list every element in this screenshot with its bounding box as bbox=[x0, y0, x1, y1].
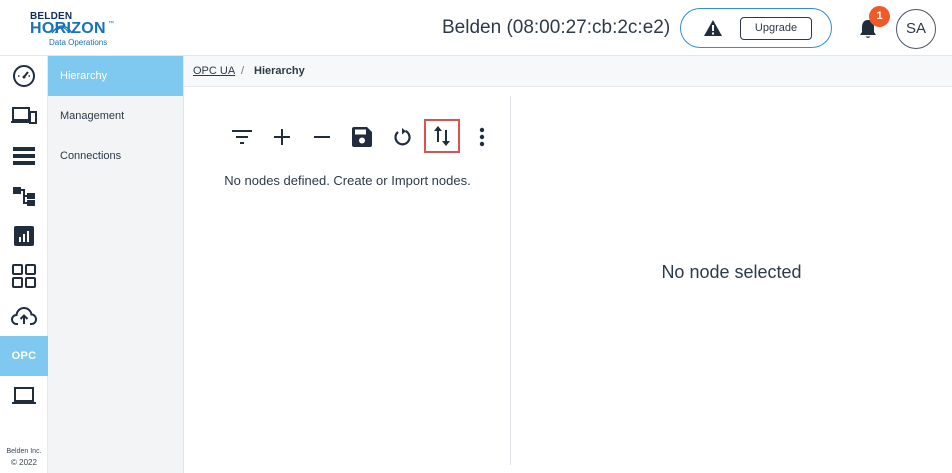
rail-item-opc[interactable]: OPC bbox=[0, 336, 48, 376]
tree-empty-message: No nodes defined. Create or Import nodes… bbox=[224, 173, 471, 188]
add-node-button[interactable] bbox=[268, 122, 296, 152]
breadcrumb: OPC UA / Hierarchy bbox=[184, 56, 952, 87]
dashboard-icon bbox=[13, 65, 35, 87]
breadcrumb-link-opc-ua[interactable]: OPC UA bbox=[193, 65, 235, 77]
submenu-item-management[interactable]: Management bbox=[48, 96, 183, 136]
filter-icon bbox=[232, 130, 252, 144]
refresh-button[interactable] bbox=[388, 122, 416, 152]
rail-item-laptop[interactable] bbox=[0, 376, 48, 416]
rail-item-analytics[interactable] bbox=[0, 216, 48, 256]
notification-count-badge: 1 bbox=[869, 6, 890, 27]
laptop-icon bbox=[12, 387, 36, 404]
upgrade-button[interactable]: Upgrade bbox=[740, 17, 812, 40]
remove-node-button[interactable] bbox=[308, 122, 336, 152]
remove-icon bbox=[314, 136, 330, 138]
rail-item-dashboard[interactable] bbox=[0, 56, 48, 96]
import-export-icon bbox=[434, 126, 450, 146]
submenu-item-hierarchy[interactable]: Hierarchy bbox=[48, 56, 183, 96]
more-vert-icon bbox=[479, 127, 485, 147]
breadcrumb-separator: / bbox=[241, 65, 245, 77]
more-options-button[interactable] bbox=[468, 122, 496, 152]
details-empty-message: No node selected bbox=[661, 262, 802, 282]
save-button[interactable] bbox=[348, 122, 376, 152]
footer-company: Belden Inc. bbox=[6, 448, 42, 455]
rail-item-cloud-upload[interactable] bbox=[0, 296, 48, 336]
warning-icon bbox=[704, 20, 722, 36]
add-icon bbox=[274, 129, 290, 145]
device-title: Belden (08:00:27:cb:2c:e2) bbox=[442, 17, 671, 38]
rail-item-server-list[interactable] bbox=[0, 136, 48, 176]
import-export-button[interactable] bbox=[424, 119, 460, 153]
icon-rail: OPC Belden Inc. © 2022 bbox=[0, 56, 48, 473]
rail-item-hierarchy[interactable] bbox=[0, 176, 48, 216]
server-list-icon bbox=[13, 147, 35, 165]
logo-brand-main: HORIZON bbox=[30, 20, 106, 37]
logo-subtitle: Data Operations bbox=[49, 38, 108, 47]
rail-item-opc-label: OPC bbox=[11, 350, 37, 362]
opc-submenu: Hierarchy Management Connections bbox=[48, 56, 184, 473]
hierarchy-icon bbox=[13, 187, 35, 206]
refresh-icon bbox=[394, 128, 411, 146]
apps-grid-icon bbox=[12, 264, 36, 288]
devices-icon bbox=[11, 107, 37, 124]
save-icon bbox=[352, 127, 372, 147]
footer-year: © 2022 bbox=[11, 458, 37, 467]
license-status-pill[interactable]: Upgrade bbox=[680, 8, 832, 48]
breadcrumb-current: Hierarchy bbox=[254, 65, 305, 77]
cloud-upload-icon bbox=[11, 306, 37, 325]
submenu-item-connections[interactable]: Connections bbox=[48, 136, 183, 176]
bar-chart-icon bbox=[14, 226, 34, 246]
rail-item-devices[interactable] bbox=[0, 96, 48, 136]
app-header: BELDEN HORIZON ™ Data Operations Belden … bbox=[0, 0, 952, 56]
logo-trademark: ™ bbox=[108, 21, 114, 27]
belden-horizon-logo[interactable]: BELDEN HORIZON ™ Data Operations bbox=[28, 9, 124, 49]
copyright-footer: Belden Inc. © 2022 bbox=[0, 446, 48, 468]
rail-item-apps[interactable] bbox=[0, 256, 48, 296]
filter-button[interactable] bbox=[228, 122, 256, 152]
user-avatar[interactable]: SA bbox=[896, 9, 936, 49]
